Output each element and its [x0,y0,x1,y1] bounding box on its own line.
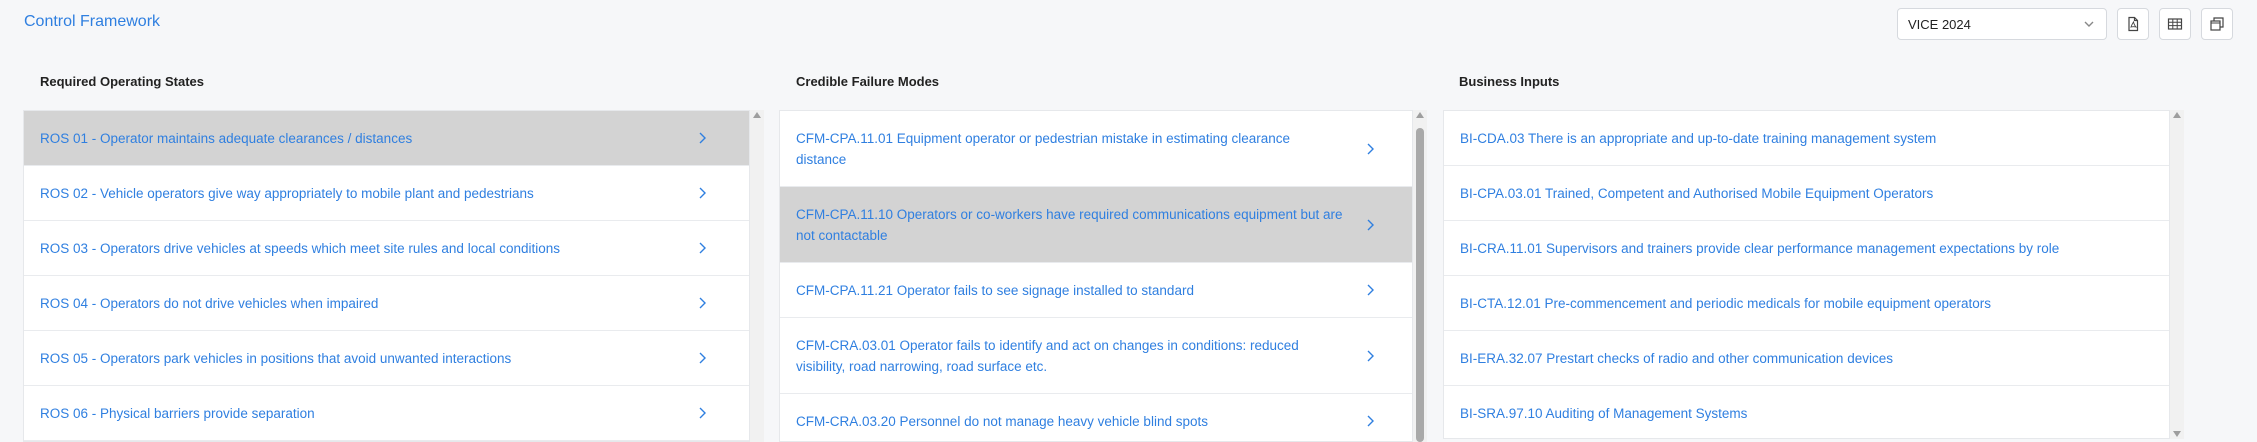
scroll-up-arrow-icon[interactable] [1416,112,1424,118]
ros-item-label: ROS 02 - Vehicle operators give way appr… [40,185,534,201]
table-view-button[interactable] [2159,8,2191,40]
scroll-up-arrow-icon[interactable] [2173,112,2181,118]
cfm-list-item[interactable]: CFM-CRA.03.01 Operator fails to identify… [780,318,1412,394]
bi-list-item[interactable]: BI-ERA.32.07 Prestart checks of radio an… [1444,331,2169,386]
ros-item-label: ROS 04 - Operators do not drive vehicles… [40,295,379,311]
chevron-right-icon [1367,415,1374,427]
bi-list: BI-CDA.03 There is an appropriate and up… [1443,110,2170,439]
ros-item-label: ROS 05 - Operators park vehicles in posi… [40,350,512,366]
cfm-scrollbar[interactable] [1413,110,1427,442]
chevron-right-icon [1367,143,1374,154]
cfm-list-item[interactable]: CFM-CPA.11.10 Operators or co-workers ha… [780,187,1412,263]
bi-item-label: BI-SRA.97.10 Auditing of Management Syst… [1460,405,1748,421]
bi-list-item[interactable]: BI-CTA.12.01 Pre-commencement and period… [1444,276,2169,331]
ros-list: ROS 01 - Operator maintains adequate cle… [23,110,750,442]
bi-item-label: BI-CPA.03.01 Trained, Competent and Auth… [1460,185,1934,201]
ros-item-label: ROS 01 - Operator maintains adequate cle… [40,130,413,146]
chevron-right-icon [699,407,706,419]
bi-list-item[interactable]: BI-CDA.03 There is an appropriate and up… [1444,111,2169,166]
bi-list-item[interactable]: BI-CRA.11.01 Supervisors and trainers pr… [1444,221,2169,276]
cfm-item-label: CFM-CRA.03.20 Personnel do not manage he… [796,413,1208,429]
bi-list-item[interactable]: BI-CPA.03.01 Trained, Competent and Auth… [1444,166,2169,221]
scroll-down-arrow-icon[interactable] [2173,431,2181,437]
chevron-right-icon [699,242,706,254]
window-restore-button[interactable] [2201,8,2233,40]
cfm-list-item[interactable]: CFM-CPA.11.01 Equipment operator or pede… [780,111,1412,187]
chevron-right-icon [1367,219,1374,230]
bi-list-item[interactable]: BI-SRA.97.10 Auditing of Management Syst… [1444,386,2169,438]
ros-list-item[interactable]: ROS 04 - Operators do not drive vehicles… [24,276,749,331]
chevron-right-icon [699,132,706,144]
cfm-item-label: CFM-CPA.11.21 Operator fails to see sign… [796,282,1194,298]
ros-list-item[interactable]: ROS 05 - Operators park vehicles in posi… [24,331,749,386]
ros-list-item[interactable]: ROS 02 - Vehicle operators give way appr… [24,166,749,221]
ros-list-item[interactable]: ROS 03 - Operators drive vehicles at spe… [24,221,749,276]
cfm-column-header: Credible Failure Modes [796,74,940,89]
chevron-down-icon [2084,21,2094,27]
cfm-scrollbar-thumb[interactable] [1416,128,1424,442]
ros-list-item[interactable]: ROS 01 - Operator maintains adequate cle… [24,111,749,166]
toolbar: VICE 2024 [1897,8,2233,40]
bi-item-label: BI-ERA.32.07 Prestart checks of radio an… [1460,350,1893,366]
cfm-list-item[interactable]: CFM-CPA.11.21 Operator fails to see sign… [780,263,1412,318]
chevron-right-icon [1367,350,1374,361]
cfm-list: CFM-CPA.11.01 Equipment operator or pede… [779,110,1413,442]
cfm-item-label: CFM-CPA.11.01 Equipment operator or pede… [796,130,1290,167]
ros-item-label: ROS 06 - Physical barriers provide separ… [40,405,315,421]
chevron-right-icon [699,352,706,364]
ros-item-label: ROS 03 - Operators drive vehicles at spe… [40,240,561,256]
bi-item-label: BI-CRA.11.01 Supervisors and trainers pr… [1460,240,2060,256]
table-view-icon [2167,18,2183,30]
bi-item-label: BI-CDA.03 There is an appropriate and up… [1460,130,1937,146]
ros-column-header: Required Operating States [40,74,204,89]
ros-list-item[interactable]: ROS 06 - Physical barriers provide separ… [24,386,749,441]
cfm-list-item[interactable]: CFM-CRA.03.20 Personnel do not manage he… [780,394,1412,441]
chevron-right-icon [1367,284,1374,296]
bi-column-header: Business Inputs [1459,74,1560,89]
year-select-value: VICE 2024 [1908,16,1971,32]
year-select[interactable]: VICE 2024 [1897,8,2107,40]
ros-scrollbar[interactable] [750,110,764,442]
chevron-right-icon [699,297,706,309]
bi-scrollbar[interactable] [2170,110,2184,439]
app-title[interactable]: Control Framework [24,13,160,31]
chevron-right-icon [699,187,706,199]
pdf-export-icon [2128,16,2139,32]
scroll-up-arrow-icon[interactable] [753,112,761,118]
pdf-export-button[interactable] [2117,8,2149,40]
cfm-item-label: CFM-CPA.11.10 Operators or co-workers ha… [796,206,1343,243]
bi-item-label: BI-CTA.12.01 Pre-commencement and period… [1460,295,1991,311]
cfm-item-label: CFM-CRA.03.01 Operator fails to identify… [796,337,1299,374]
window-restore-icon [2210,17,2224,31]
